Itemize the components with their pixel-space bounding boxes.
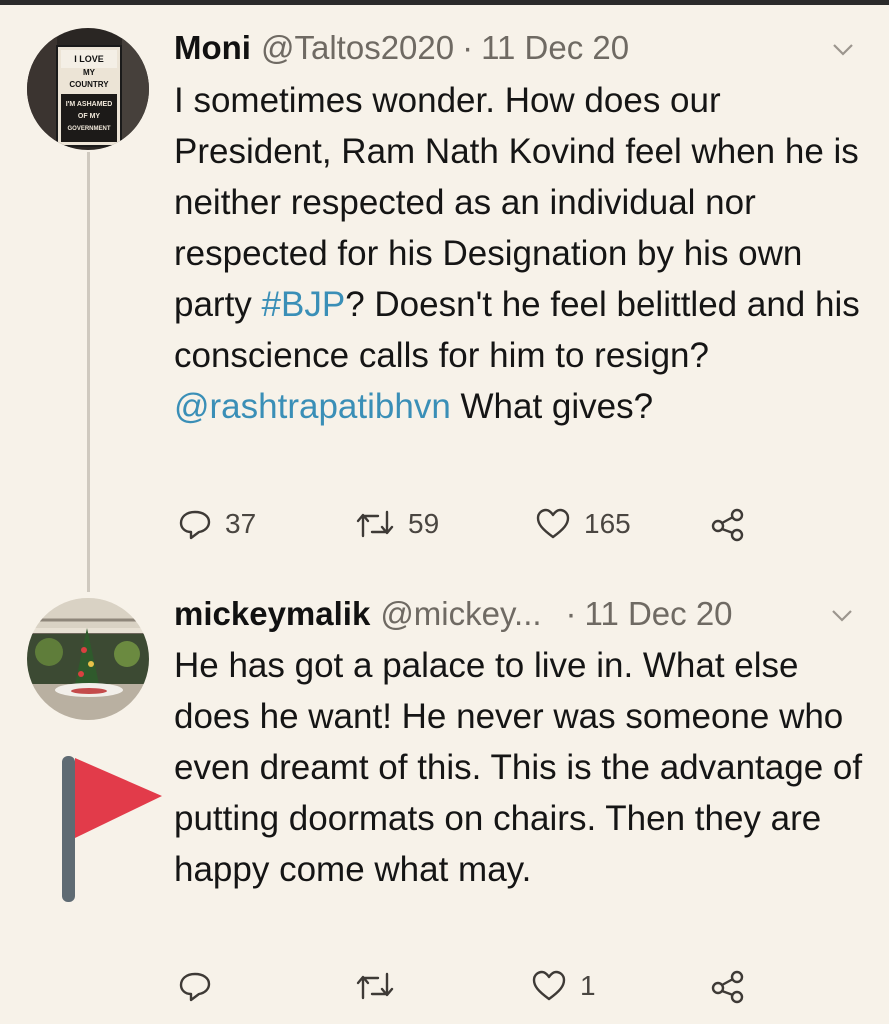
tweet-text: I sometimes wonder. How does our Preside… — [174, 75, 874, 432]
author-name[interactable]: Moni — [174, 28, 251, 68]
share-icon — [708, 968, 748, 1004]
header-separator: · — [565, 595, 577, 632]
avatar-sign-line-5: OF MY — [78, 113, 100, 120]
avatar-sign-line-2: MY — [83, 68, 96, 77]
avatar-sign-line-4: I'M ASHAMED — [66, 101, 113, 108]
reply-icon — [177, 506, 213, 542]
author-handle[interactable]: @mickey... — [380, 594, 541, 634]
share-button[interactable] — [708, 504, 748, 544]
tweet-header: mickeymalik @mickey... · 11 Dec 20 — [174, 594, 733, 634]
tweet-header: Moni @Taltos2020 · 11 Dec 20 — [174, 28, 629, 68]
like-count: 1 — [580, 970, 596, 1001]
like-button[interactable]: 165 — [534, 504, 631, 544]
header-separator: · — [462, 29, 474, 66]
author-name[interactable]: mickeymalik — [174, 594, 370, 634]
retweet-button[interactable]: 59 — [354, 504, 439, 544]
avatar-sign-line-1: I LOVE — [74, 54, 104, 64]
retweet-count: 59 — [408, 508, 440, 539]
thread-connector-line — [87, 152, 90, 592]
share-button[interactable] — [708, 966, 748, 1006]
reply-button[interactable]: 37 — [177, 504, 256, 544]
reply-count: 37 — [225, 508, 257, 539]
avatar-mickeymalik[interactable] — [27, 598, 149, 720]
red-flag-icon — [58, 752, 168, 904]
tweet-date[interactable]: 11 Dec 20 — [585, 594, 733, 634]
tweet-text-part-3: What gives? — [450, 387, 654, 426]
chevron-down-icon[interactable] — [829, 602, 855, 628]
reply-button[interactable] — [177, 966, 225, 1006]
retweet-icon — [354, 968, 396, 1004]
avatar-sign-line-3: COUNTRY — [69, 80, 109, 89]
tweet-moni[interactable]: I LOVE MY COUNTRY I'M ASHAMED OF MY GOVE… — [0, 0, 889, 592]
tweet-actions: 37 59 165 — [174, 504, 774, 544]
retweet-icon — [354, 506, 396, 542]
mention-link[interactable]: @rashtrapatibhvn — [174, 387, 451, 426]
tweet-date[interactable]: 11 Dec 20 — [481, 28, 629, 68]
hashtag-link[interactable]: #BJP — [262, 285, 346, 324]
retweet-button[interactable] — [354, 966, 408, 1006]
tweet-actions: 1 — [174, 966, 774, 1006]
like-button[interactable]: 1 — [530, 966, 596, 1006]
tweet-text: He has got a palace to live in. What els… — [174, 646, 863, 889]
author-handle[interactable]: @Taltos2020 — [261, 28, 454, 68]
heart-icon — [530, 968, 568, 1004]
chevron-down-icon[interactable] — [830, 36, 856, 62]
heart-icon — [534, 506, 572, 542]
like-count: 165 — [584, 508, 631, 539]
avatar-sign-line-6: GOVERNMENT — [67, 126, 110, 132]
reply-icon — [177, 968, 213, 1004]
share-icon — [708, 506, 748, 542]
avatar-moni[interactable]: I LOVE MY COUNTRY I'M ASHAMED OF MY GOVE… — [27, 28, 149, 150]
